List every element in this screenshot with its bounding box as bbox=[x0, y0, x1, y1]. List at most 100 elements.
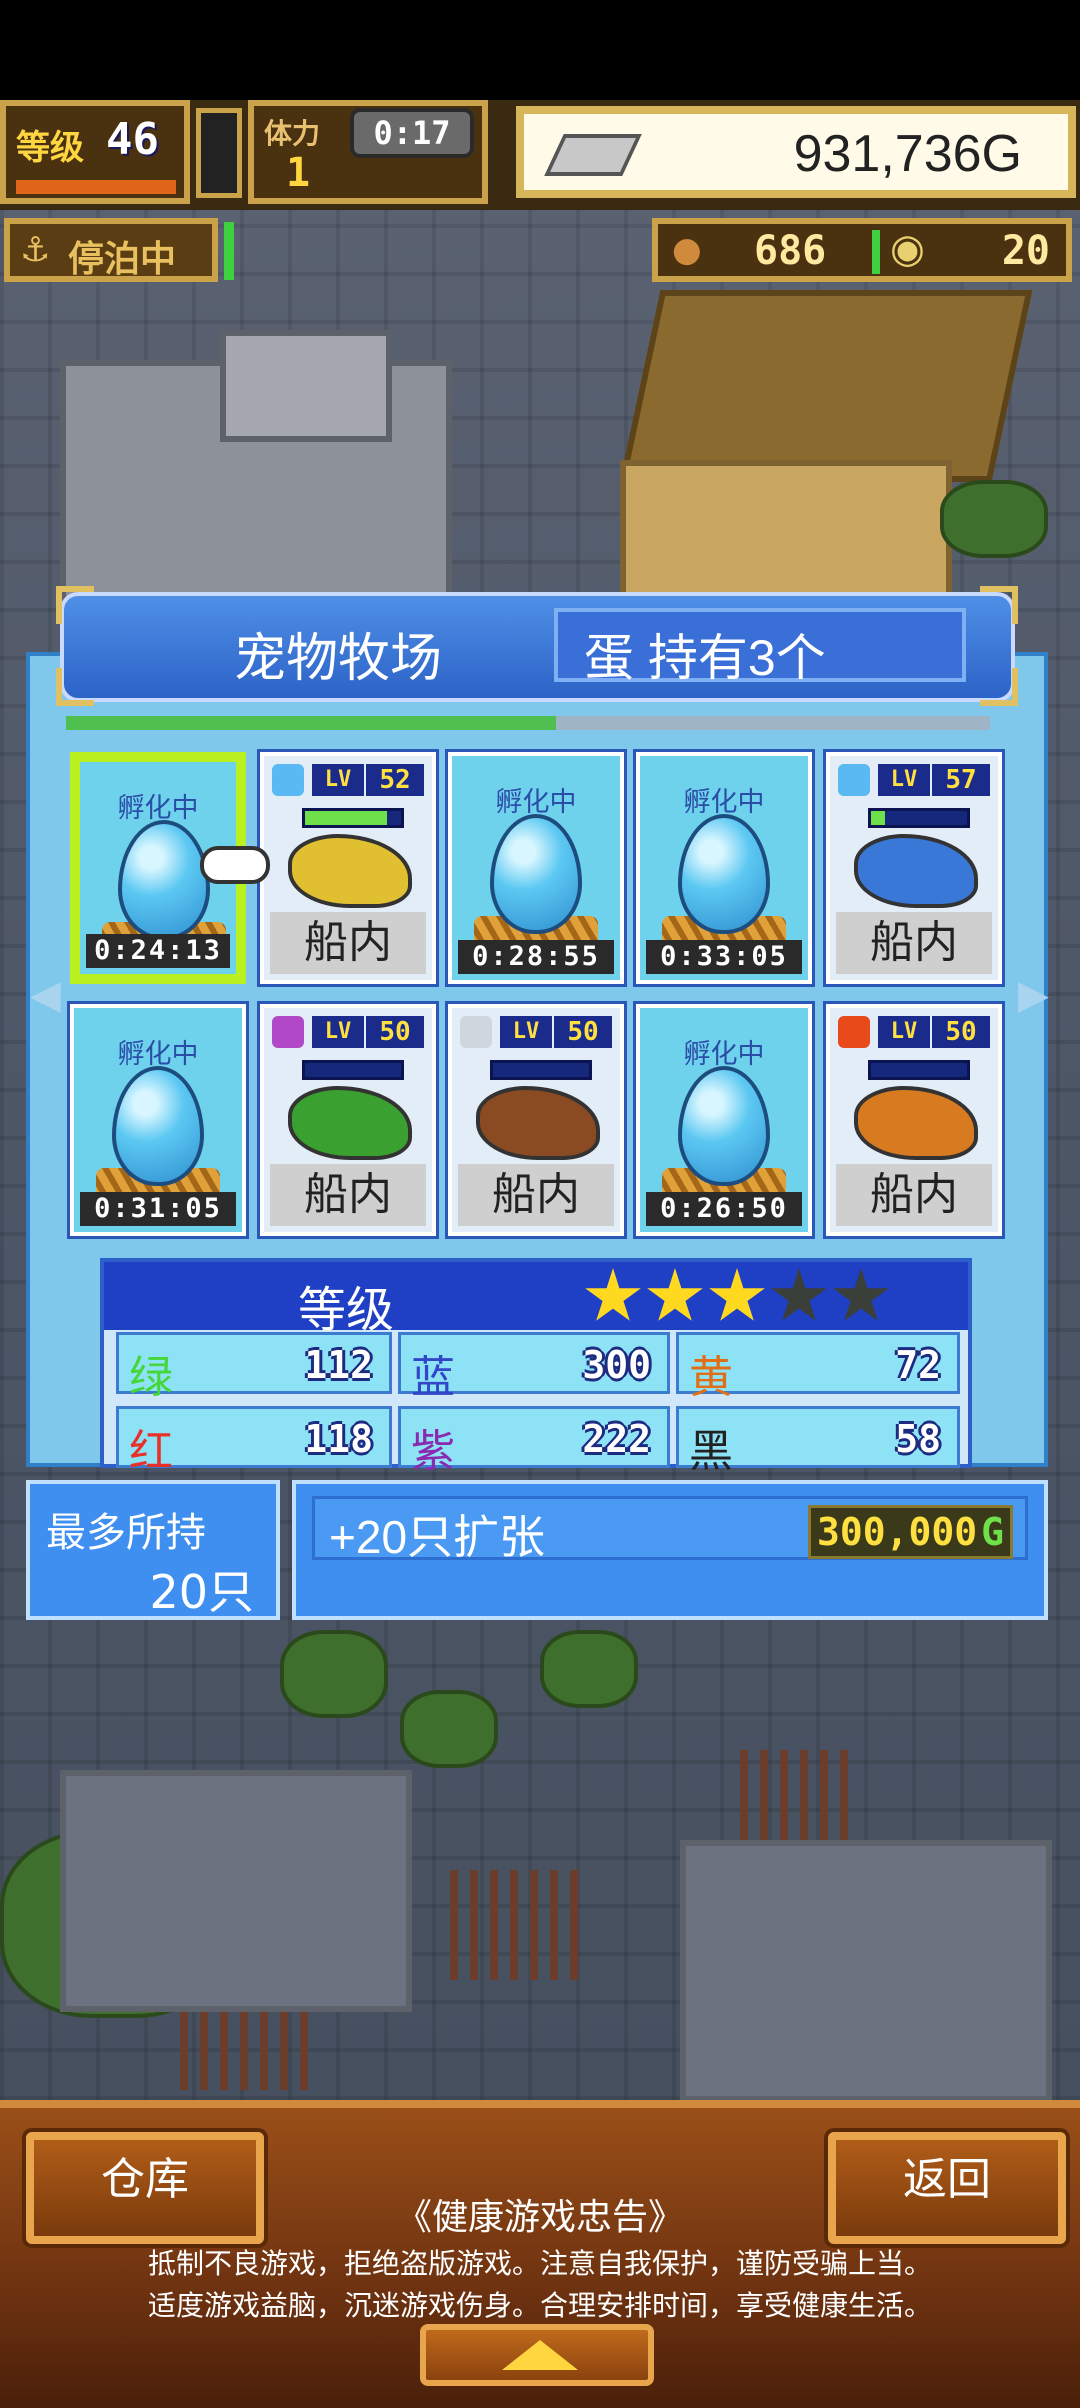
pet-slot[interactable]: LV 50 船内 bbox=[257, 1001, 439, 1239]
egg-count-box: 蛋 持有3个 bbox=[554, 608, 966, 686]
pet-slot[interactable]: LV 50 船内 bbox=[823, 1001, 1005, 1239]
brown-boar-icon bbox=[476, 1086, 600, 1160]
stat-cell: 黑 58 bbox=[676, 1406, 960, 1477]
gold-box: 931,736G bbox=[516, 106, 1076, 198]
exp-bar bbox=[16, 180, 176, 194]
expand-capacity-button[interactable]: +20只扩张 300,000 G bbox=[312, 1496, 1028, 1563]
page-scrollbar[interactable] bbox=[66, 716, 990, 730]
pet-level: 50 bbox=[932, 1016, 990, 1048]
level-row: LV 57 bbox=[838, 764, 990, 798]
stats-header-label: 等级 bbox=[298, 1284, 395, 1337]
level-value: 46 bbox=[106, 114, 159, 165]
stat-cell: 绿 112 bbox=[116, 1332, 392, 1403]
egg-icon bbox=[678, 1066, 770, 1186]
hatch-timer: 0:31:05 bbox=[80, 1192, 236, 1226]
pet-level: 50 bbox=[554, 1016, 612, 1048]
location-label: 船内 bbox=[270, 1164, 426, 1226]
level-row: LV 52 bbox=[272, 764, 424, 798]
stat-name: 黑 bbox=[689, 1426, 733, 1477]
status-badge: ⚓ 停泊中 bbox=[4, 218, 218, 282]
stat-name: 紫 bbox=[411, 1426, 455, 1477]
egg-icon bbox=[678, 814, 770, 934]
star-filled-icon bbox=[709, 1268, 765, 1321]
house-roof bbox=[619, 290, 1033, 482]
level-row: LV 50 bbox=[272, 1016, 424, 1050]
bush bbox=[540, 1630, 638, 1708]
egg-icon bbox=[490, 814, 582, 934]
stat-cell: 黄 72 bbox=[676, 1332, 960, 1403]
star-filled-icon bbox=[647, 1268, 703, 1321]
location-label: 船内 bbox=[270, 912, 426, 974]
stat-name: 黄 bbox=[689, 1352, 733, 1403]
stats-header: 等级 bbox=[104, 1262, 968, 1337]
food-count: 686 bbox=[754, 228, 827, 274]
hatch-timer: 0:24:13 bbox=[86, 934, 230, 968]
stat-cell: 蓝 300 bbox=[398, 1332, 670, 1403]
medal-icon: ◉ bbox=[890, 226, 925, 272]
anchor-icon: ⚓ bbox=[20, 230, 51, 270]
hatch-timer: 0:26:50 bbox=[646, 1192, 802, 1226]
status-indicator bbox=[224, 222, 234, 280]
frame-corner bbox=[56, 586, 94, 624]
egg-slot[interactable]: 孵化中 0:26:50 bbox=[633, 1001, 815, 1239]
stamina-label: 体力 bbox=[264, 117, 321, 150]
medal-count: 20 bbox=[1001, 228, 1050, 274]
health-notice-line2: 适度游戏益脑，沉迷游戏伤身。合理安排时间，享受健康生活。 bbox=[147, 2289, 932, 2322]
star-filled-icon bbox=[585, 1268, 641, 1321]
castle-tower bbox=[220, 330, 392, 442]
level-tag: LV bbox=[878, 1016, 930, 1048]
pet-slot[interactable]: LV 50 船内 bbox=[445, 1001, 627, 1239]
stamina-value: 1 bbox=[286, 150, 311, 196]
fence bbox=[180, 2000, 320, 2090]
food-icon: ● bbox=[672, 230, 702, 270]
expand-menu-button[interactable] bbox=[420, 2324, 654, 2386]
orange-dragon-icon bbox=[854, 1086, 978, 1160]
egg-slot[interactable]: 孵化中 0:31:05 bbox=[67, 1001, 249, 1239]
element-icon bbox=[272, 1016, 304, 1048]
stat-value: 222 bbox=[582, 1417, 651, 1461]
level-tag: LV bbox=[312, 1016, 364, 1048]
panel-title-bar: 宠物牧场 蛋 持有3个 bbox=[60, 592, 1015, 702]
next-page-arrow-icon[interactable]: ▶ bbox=[1018, 972, 1049, 1018]
stat-cell: 紫 222 bbox=[398, 1406, 670, 1477]
page-scroll-thumb[interactable] bbox=[66, 716, 556, 730]
top-hud: 等级 46 体力 1 0:17 931,736G bbox=[0, 100, 1080, 210]
stamina-box: 体力 1 0:17 bbox=[248, 100, 488, 204]
stamina-gauge bbox=[196, 108, 242, 198]
pointer-hand-icon bbox=[200, 846, 270, 884]
egg-slot[interactable]: 孵化中 0:33:05 bbox=[633, 749, 815, 987]
pet-slot[interactable]: LV 57 船内 bbox=[823, 749, 1005, 987]
bottom-bar: 仓库 返回 《健康游戏忠告》 抵制不良游戏，拒绝盗版游戏。注意自我保护，谨防受骗… bbox=[0, 2100, 1080, 2408]
health-notice-line1: 抵制不良游戏，拒绝盗版游戏。注意自我保护，谨防受骗上当。 bbox=[147, 2247, 932, 2280]
pet-level: 57 bbox=[932, 764, 990, 796]
egg-slot[interactable]: 孵化中 0:28:55 bbox=[445, 749, 627, 987]
gold-amount: 931,736G bbox=[793, 125, 1022, 183]
stone-wall bbox=[680, 1840, 1052, 2102]
level-tag: LV bbox=[312, 764, 364, 796]
pet-level: 50 bbox=[366, 1016, 424, 1048]
element-icon bbox=[838, 764, 870, 796]
stat-name: 蓝 bbox=[411, 1352, 455, 1403]
resources-box: ● 686 ◉ 20 bbox=[652, 218, 1072, 282]
pet-slot[interactable]: LV 52 船内 bbox=[257, 749, 439, 987]
expand-capacity-label: +20只扩张 bbox=[329, 1511, 546, 1563]
status-text: 停泊中 bbox=[68, 239, 177, 280]
green-lizard-icon bbox=[288, 1086, 412, 1160]
stat-value: 58 bbox=[895, 1417, 941, 1461]
health-notice-title: 《健康游戏忠告》 bbox=[395, 2197, 684, 2238]
rank-stars bbox=[584, 1266, 924, 1326]
stat-value: 300 bbox=[582, 1343, 651, 1387]
stat-name: 红 bbox=[129, 1426, 173, 1477]
level-row: LV 50 bbox=[460, 1016, 612, 1050]
fence bbox=[740, 1750, 860, 1850]
panel-title: 宠物牧场 bbox=[234, 630, 443, 688]
fence bbox=[450, 1870, 590, 1980]
location-label: 船内 bbox=[458, 1164, 614, 1226]
prev-page-arrow-icon[interactable]: ◀ bbox=[30, 972, 61, 1018]
stone-wall bbox=[60, 1770, 412, 2012]
hatching-label: 孵化中 bbox=[117, 793, 199, 824]
frame-corner bbox=[56, 668, 94, 706]
hp-bar bbox=[302, 1060, 404, 1080]
stat-value: 118 bbox=[304, 1417, 373, 1461]
bush bbox=[400, 1690, 498, 1768]
